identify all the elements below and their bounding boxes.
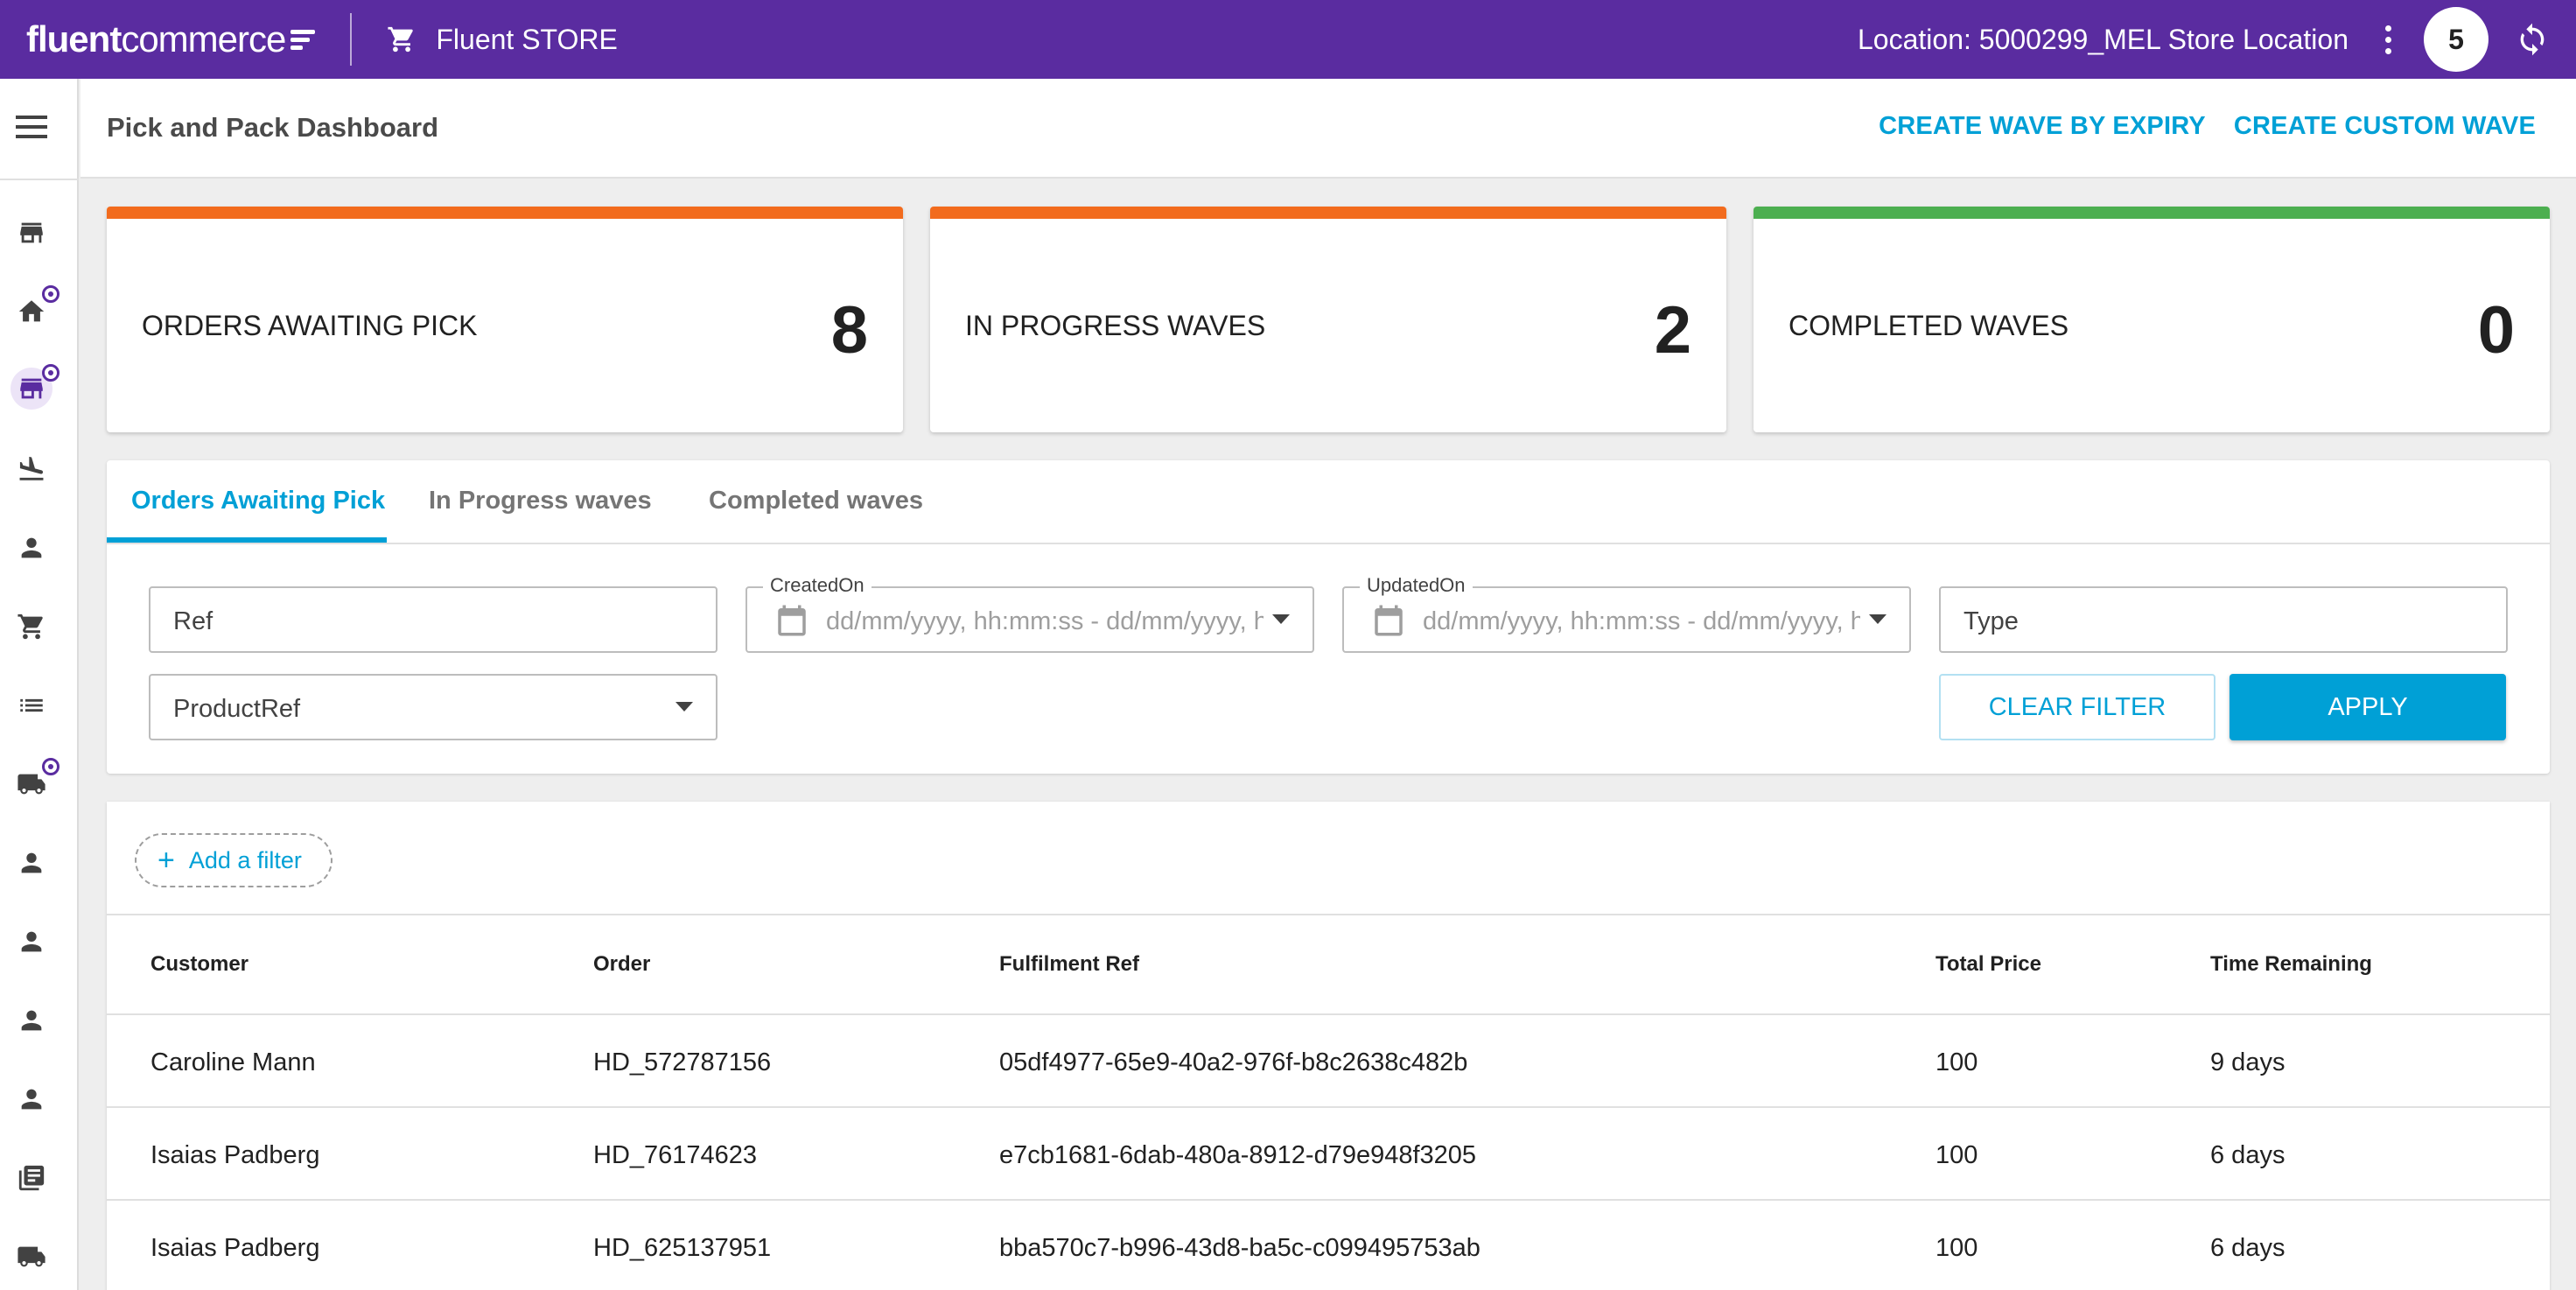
cell-fulfilment-ref: 05df4977-65e9-40a2-976f-b8c2638c482b	[999, 1048, 1468, 1076]
create-custom-wave-button[interactable]: CREATE CUSTOM WAVE	[2234, 112, 2536, 141]
column-header-customer[interactable]: Customer	[150, 952, 248, 977]
filter-panel: Orders Awaiting Pick In Progress waves C…	[107, 460, 2550, 774]
card-label: ORDERS AWAITING PICK	[142, 310, 478, 341]
card-accent-bar	[107, 207, 903, 219]
tab-in-progress-waves[interactable]: In Progress waves	[429, 487, 652, 515]
store-icon[interactable]	[14, 215, 49, 250]
more-vert-icon[interactable]	[2375, 25, 2401, 54]
apply-button[interactable]: APPLY	[2230, 674, 2506, 740]
cell-total-price: 100	[1936, 1141, 1978, 1169]
cell-order: HD_625137951	[593, 1234, 772, 1262]
cell-total-price: 100	[1936, 1048, 1978, 1076]
card-label: COMPLETED WAVES	[1788, 310, 2069, 341]
chevron-down-icon	[1272, 614, 1290, 624]
notification-dot-icon	[42, 285, 60, 303]
person-icon[interactable]	[14, 845, 49, 880]
brand-name-regular: commerce	[121, 18, 286, 60]
person-icon[interactable]	[14, 924, 49, 959]
type-placeholder: Type	[1964, 607, 2019, 635]
column-header-total-price[interactable]: Total Price	[1936, 952, 2041, 977]
card-value: 0	[2477, 293, 2515, 368]
person-icon[interactable]	[14, 1082, 49, 1117]
app-name: Fluent STORE	[436, 23, 618, 55]
stat-card-in-progress-waves[interactable]: IN PROGRESS WAVES 2	[930, 207, 1726, 432]
table-row[interactable]: Caroline Mann HD_572787156 05df4977-65e9…	[107, 1015, 2550, 1108]
card-value: 2	[1654, 293, 1691, 368]
menu-icon[interactable]	[16, 116, 47, 138]
tab-bar: Orders Awaiting Pick In Progress waves C…	[107, 460, 2550, 544]
cell-fulfilment-ref: bba570c7-b996-43d8-ba5c-c099495753ab	[999, 1234, 1480, 1262]
card-accent-bar	[930, 207, 1726, 219]
create-wave-by-expiry-button[interactable]: CREATE WAVE BY EXPIRY	[1879, 112, 2206, 141]
library-icon[interactable]	[14, 1160, 49, 1195]
tab-orders-awaiting-pick[interactable]: Orders Awaiting Pick	[131, 487, 385, 515]
product-ref-placeholder: ProductRef	[173, 695, 301, 723]
cart-icon[interactable]	[14, 609, 49, 644]
created-on-placeholder: dd/mm/yyyy, hh:mm:ss - dd/mm/yyyy, hh	[826, 607, 1264, 635]
column-header-time-remaining[interactable]: Time Remaining	[2210, 952, 2372, 977]
chevron-down-icon	[676, 702, 693, 712]
add-filter-button[interactable]: + Add a filter	[135, 833, 332, 887]
chevron-down-icon	[1869, 614, 1886, 624]
card-label: IN PROGRESS WAVES	[965, 310, 1266, 341]
table-divider	[107, 914, 2550, 915]
cell-customer: Isaias Padberg	[150, 1234, 320, 1262]
brand-mark-icon	[290, 29, 316, 50]
updated-on-date-range[interactable]: UpdatedOn dd/mm/yyyy, hh:mm:ss - dd/mm/y…	[1342, 574, 1911, 653]
updated-on-placeholder: dd/mm/yyyy, hh:mm:ss - dd/mm/yyyy, hh	[1423, 607, 1860, 635]
page-header: Pick and Pack Dashboard CREATE WAVE BY E…	[80, 79, 2576, 179]
cell-order: HD_76174623	[593, 1141, 758, 1169]
cell-total-price: 100	[1936, 1234, 1978, 1262]
plus-icon: +	[158, 844, 175, 877]
topbar-divider	[350, 13, 353, 66]
app-switcher[interactable]: Fluent STORE	[387, 23, 618, 56]
table-row[interactable]: Isaias Padberg HD_625137951 bba570c7-b99…	[107, 1201, 2550, 1290]
cell-fulfilment-ref: e7cb1681-6dab-480a-8912-d79e948f3205	[999, 1141, 1477, 1169]
user-avatar[interactable]: 5	[2424, 7, 2488, 72]
calendar-icon	[778, 605, 806, 636]
add-filter-label: Add a filter	[188, 846, 302, 873]
tab-completed-waves[interactable]: Completed waves	[709, 487, 923, 515]
cell-customer: Caroline Mann	[150, 1048, 316, 1076]
table-row[interactable]: Isaias Padberg HD_76174623 e7cb1681-6dab…	[107, 1108, 2550, 1201]
orders-table-panel: + Add a filter Customer Order Fulfilment…	[107, 802, 2550, 1290]
cart-icon	[388, 26, 414, 53]
cell-time-remaining: 6 days	[2210, 1234, 2286, 1262]
flight-land-icon[interactable]	[14, 452, 49, 487]
card-accent-bar	[1754, 207, 2550, 219]
column-header-order[interactable]: Order	[593, 952, 650, 977]
created-on-date-range[interactable]: CreatedOn dd/mm/yyyy, hh:mm:ss - dd/mm/y…	[746, 574, 1314, 653]
refresh-icon[interactable]	[2515, 22, 2550, 57]
notification-dot-icon	[42, 364, 60, 382]
calendar-icon	[1375, 605, 1403, 636]
card-value: 8	[830, 293, 868, 368]
person-icon[interactable]	[14, 1003, 49, 1038]
notification-dot-icon	[42, 758, 60, 775]
page-title: Pick and Pack Dashboard	[107, 112, 439, 143]
cell-time-remaining: 9 days	[2210, 1048, 2286, 1076]
updated-on-label: UpdatedOn	[1360, 574, 1473, 597]
top-app-bar: fluent commerce Fluent STORE Location: 50…	[0, 0, 2576, 79]
clear-filter-button[interactable]: CLEAR FILTER	[1939, 674, 2216, 740]
ref-placeholder: Ref	[173, 607, 214, 635]
cell-order: HD_572787156	[593, 1048, 772, 1076]
cell-time-remaining: 6 days	[2210, 1141, 2286, 1169]
sidebar	[0, 79, 79, 1290]
stat-card-orders-awaiting-pick[interactable]: ORDERS AWAITING PICK 8	[107, 207, 903, 432]
column-header-fulfilment-ref[interactable]: Fulfilment Ref	[999, 952, 1139, 977]
list-icon[interactable]	[14, 688, 49, 723]
type-input[interactable]: Type	[1939, 586, 2508, 653]
created-on-label: CreatedOn	[763, 574, 872, 597]
product-ref-select[interactable]: ProductRef	[149, 674, 718, 740]
brand-logo[interactable]: fluent commerce	[26, 18, 316, 60]
stat-card-completed-waves[interactable]: COMPLETED WAVES 0	[1754, 207, 2550, 432]
location-label: Location: 5000299_MEL Store Location	[1858, 23, 2348, 55]
tab-indicator	[107, 537, 387, 543]
sidebar-divider	[0, 179, 79, 180]
person-icon[interactable]	[14, 530, 49, 565]
brand-name-bold: fluent	[26, 18, 122, 60]
truck-icon[interactable]	[14, 1239, 49, 1274]
ref-input[interactable]: Ref	[149, 586, 718, 653]
cell-customer: Isaias Padberg	[150, 1141, 320, 1169]
